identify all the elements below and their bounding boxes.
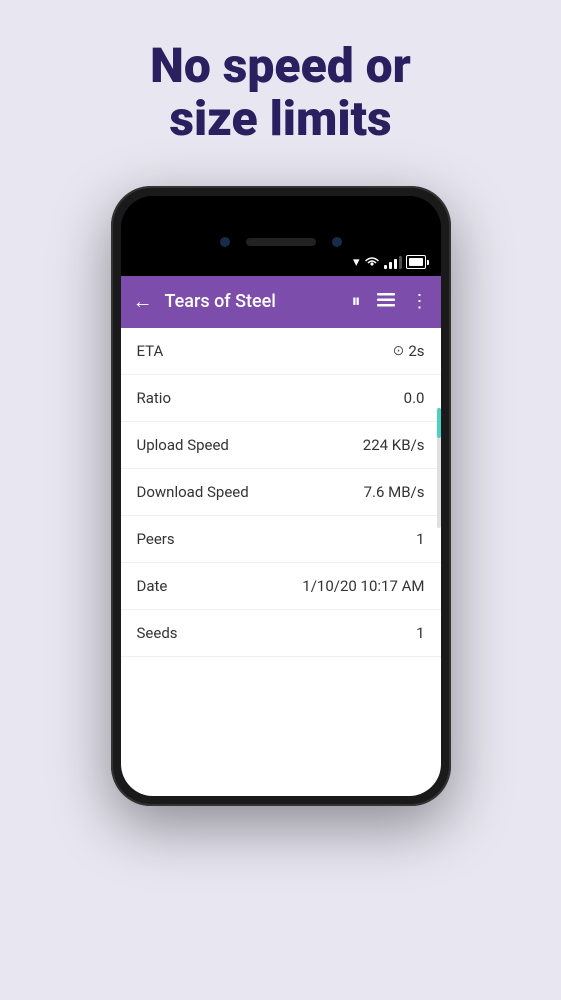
seeds-label: Seeds — [137, 624, 178, 642]
phone-outer: ▾ — [111, 186, 451, 806]
table-row: ETA ⊙ 2s — [121, 328, 441, 375]
peers-value: 1 — [416, 530, 424, 548]
signal-bar-2 — [389, 262, 392, 269]
table-row: Download Speed 7.6 MB/s — [121, 469, 441, 516]
eta-label: ETA — [137, 342, 164, 360]
date-value: 1/10/20 10:17 AM — [302, 577, 424, 595]
status-bar: ▾ — [121, 196, 441, 276]
speaker — [246, 238, 316, 246]
pause-button[interactable]: ⏸ — [352, 291, 361, 312]
upload-speed-label: Upload Speed — [137, 436, 229, 454]
seeds-value: 1 — [416, 624, 424, 642]
list-button[interactable] — [377, 292, 395, 311]
wifi-icon-svg — [364, 255, 380, 269]
wifi-icon: ▾ — [353, 255, 360, 270]
status-icons: ▾ — [121, 255, 441, 270]
scrollbar-track — [437, 408, 441, 528]
table-row: Upload Speed 224 KB/s — [121, 422, 441, 469]
signal-bar-1 — [384, 265, 387, 269]
upload-speed-value: 224 KB/s — [363, 436, 425, 454]
table-row: Ratio 0.0 — [121, 375, 441, 422]
peers-label: Peers — [137, 530, 175, 548]
signal-bars — [384, 255, 402, 269]
camera-row — [220, 237, 342, 247]
phone-inner: ▾ — [121, 196, 441, 796]
headline-line2: size limits — [169, 90, 391, 147]
clock-icon: ⊙ — [393, 343, 405, 359]
eta-value: ⊙ 2s — [393, 342, 425, 360]
headline-line1: No speed or — [150, 37, 411, 94]
ratio-value: 0.0 — [404, 389, 425, 407]
table-row: Seeds 1 — [121, 610, 441, 657]
battery-tip — [427, 260, 429, 265]
signal-bar-3 — [394, 259, 397, 269]
download-speed-value: 7.6 MB/s — [364, 483, 425, 501]
battery-icon — [406, 255, 429, 269]
more-button[interactable]: ⋮ — [411, 291, 429, 312]
phone-wrapper: ▾ — [111, 186, 451, 806]
app-bar: ← Tears of Steel ⏸ ⋮ — [121, 276, 441, 328]
date-label: Date — [137, 577, 168, 595]
battery-fill — [409, 258, 423, 266]
camera-dot-2 — [332, 237, 342, 247]
scrollbar-thumb[interactable] — [437, 408, 441, 438]
camera-dot — [220, 237, 230, 247]
download-speed-label: Download Speed — [137, 483, 249, 501]
headline: No speed or size limits — [110, 40, 451, 146]
ratio-label: Ratio — [137, 389, 172, 407]
app-bar-actions: ⏸ ⋮ — [352, 291, 429, 312]
info-list: ETA ⊙ 2s Ratio 0.0 Upload Speed — [121, 328, 441, 657]
screen-content: ← Tears of Steel ⏸ ⋮ — [121, 276, 441, 796]
table-row: Peers 1 — [121, 516, 441, 563]
signal-bar-4 — [399, 256, 402, 269]
app-title: Tears of Steel — [165, 291, 340, 312]
back-button[interactable]: ← — [133, 289, 153, 314]
table-row: Date 1/10/20 10:17 AM — [121, 563, 441, 610]
